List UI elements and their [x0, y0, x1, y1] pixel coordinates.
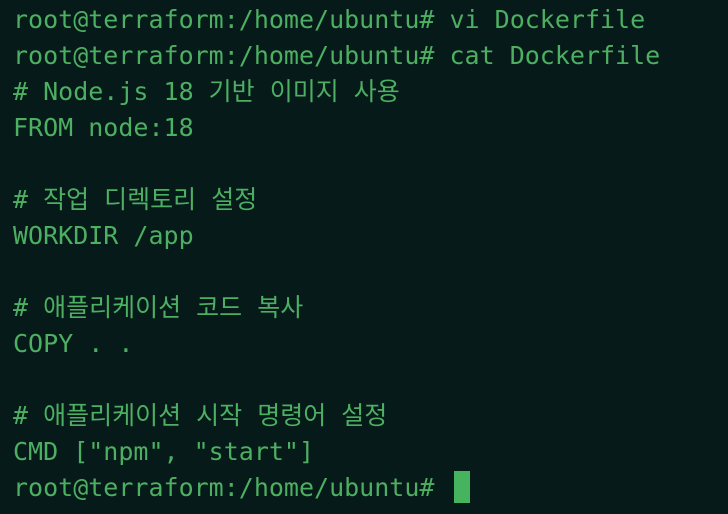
- terminal-line: # 애플리케이션 코드 복사: [13, 293, 304, 322]
- terminal-line: # Node.js 18 기반 이미지 사용: [13, 77, 400, 106]
- terminal-line: root@terraform:/home/ubuntu# vi Dockerfi…: [13, 5, 646, 34]
- terminal-line: COPY . .: [13, 329, 134, 358]
- terminal-prompt-line[interactable]: root@terraform:/home/ubuntu#: [13, 470, 728, 506]
- terminal-prompt: root@terraform:/home/ubuntu#: [13, 473, 450, 502]
- terminal-line: root@terraform:/home/ubuntu# cat Dockerf…: [13, 41, 661, 70]
- terminal-line: FROM node:18: [13, 113, 194, 142]
- terminal-window[interactable]: root@terraform:/home/ubuntu# vi Dockerfi…: [0, 0, 728, 514]
- terminal-line: WORKDIR /app: [13, 221, 194, 250]
- terminal-line: # 작업 디렉토리 설정: [13, 185, 258, 214]
- terminal-line: # 애플리케이션 시작 명령어 설정: [13, 401, 388, 430]
- terminal-line: CMD ["npm", "start"]: [13, 437, 315, 466]
- terminal-cursor: [453, 471, 470, 503]
